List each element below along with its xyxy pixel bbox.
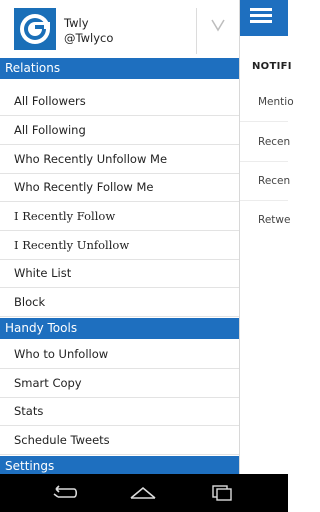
menu-item-smart-copy[interactable]: Smart Copy xyxy=(0,369,239,398)
menu-item-who-recently-follow-me[interactable]: Who Recently Follow Me xyxy=(0,173,239,202)
notification-item-recent-2[interactable]: Recen xyxy=(258,175,290,187)
hamburger-icon[interactable] xyxy=(250,8,272,26)
notification-item-retweets[interactable]: Retwe xyxy=(258,214,290,226)
profile-name: Twly xyxy=(64,16,89,30)
main-header xyxy=(240,0,288,36)
menu-item-schedule-tweets[interactable]: Schedule Tweets xyxy=(0,426,239,455)
recents-icon[interactable] xyxy=(208,483,236,503)
divider xyxy=(240,161,288,162)
menu-item-stats[interactable]: Stats xyxy=(0,397,239,426)
divider xyxy=(196,8,197,54)
section-header-settings[interactable]: Settings xyxy=(0,456,239,474)
divider xyxy=(240,200,288,201)
navigation-drawer: Twly @Twlyco Relations All Followers All… xyxy=(0,0,240,474)
notification-item-mentions[interactable]: Mentio xyxy=(258,96,294,108)
section-header-relations: Relations xyxy=(0,58,239,79)
section-header-handy-tools: Handy Tools xyxy=(0,318,239,339)
menu-item-who-to-unfollow[interactable]: Who to Unfollow xyxy=(0,340,239,369)
menu-item-block[interactable]: Block xyxy=(0,288,239,317)
main-content: NOTIFI Mentio Recen Recen Retwe xyxy=(240,0,294,474)
chevron-down-icon[interactable] xyxy=(211,18,225,32)
menu-item-who-recently-unfollow-me[interactable]: Who Recently Unfollow Me xyxy=(0,145,239,174)
back-icon[interactable] xyxy=(50,483,78,503)
menu-item-i-recently-follow[interactable]: I Recently Follow xyxy=(0,202,239,231)
profile-handle: @Twlyco xyxy=(64,31,114,45)
home-icon[interactable] xyxy=(129,483,157,503)
menu-item-all-following[interactable]: All Following xyxy=(0,116,239,145)
menu-item-all-followers[interactable]: All Followers xyxy=(0,87,239,116)
divider xyxy=(240,121,288,122)
system-nav-bar xyxy=(0,474,288,512)
notification-item-recent-1[interactable]: Recen xyxy=(258,136,290,148)
menu-item-white-list[interactable]: White List xyxy=(0,259,239,288)
avatar xyxy=(14,8,56,50)
profile-header[interactable]: Twly @Twlyco xyxy=(0,0,239,60)
notifications-title: NOTIFI xyxy=(252,61,292,72)
menu-item-i-recently-unfollow[interactable]: I Recently Unfollow xyxy=(0,231,239,260)
